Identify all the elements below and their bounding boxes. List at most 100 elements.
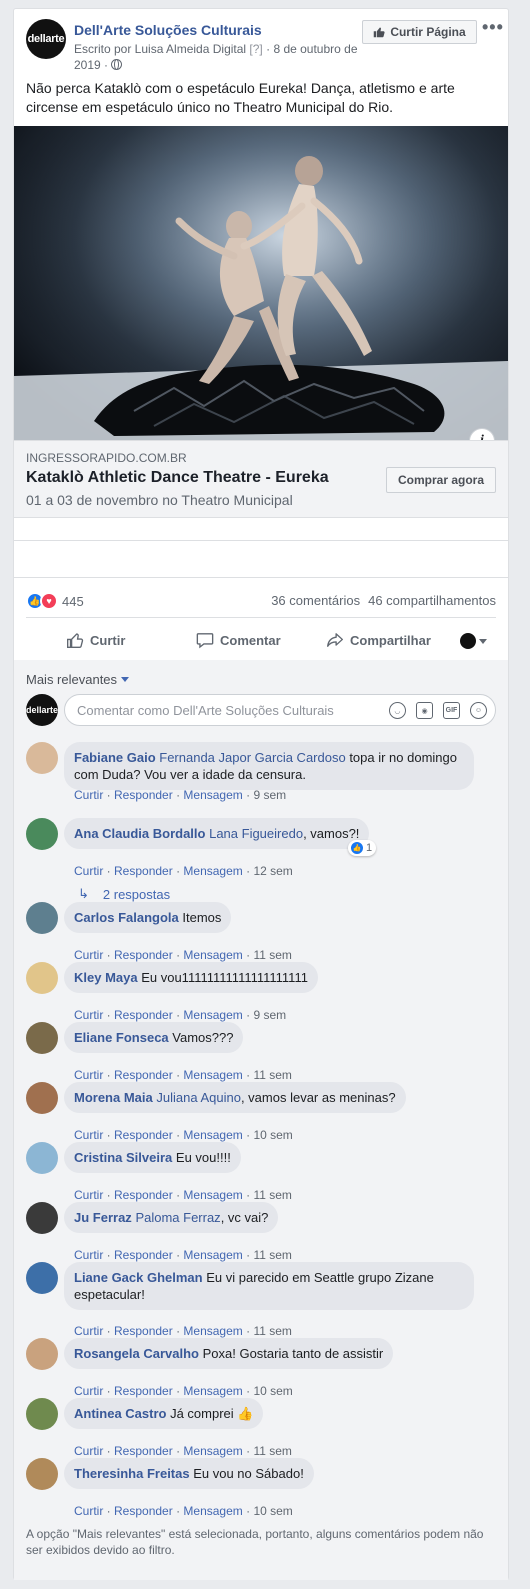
byline-help-link[interactable]: [?] bbox=[249, 42, 262, 56]
post-as-selector[interactable] bbox=[460, 633, 487, 649]
comment-timestamp[interactable]: 11 sem bbox=[253, 1188, 291, 1202]
comment-message-link[interactable]: Mensagem bbox=[183, 1188, 242, 1202]
comment-message-link[interactable]: Mensagem bbox=[183, 1504, 242, 1518]
commenter-avatar[interactable] bbox=[26, 1142, 58, 1174]
page-avatar[interactable]: dellarte bbox=[26, 19, 66, 59]
comment-timestamp[interactable]: 9 sem bbox=[253, 788, 286, 802]
comment-message-link[interactable]: Mensagem bbox=[183, 788, 242, 802]
commenter-avatar[interactable] bbox=[26, 962, 58, 994]
comment-message-link[interactable]: Mensagem bbox=[183, 1384, 242, 1398]
comment-author-link[interactable]: Cristina Silveira bbox=[74, 1150, 172, 1165]
commenter-avatar[interactable] bbox=[26, 1338, 58, 1370]
comment-like-link[interactable]: Curtir bbox=[74, 1444, 103, 1458]
like-button[interactable]: Curtir bbox=[66, 631, 125, 649]
comment-message-link[interactable]: Mensagem bbox=[183, 1068, 242, 1082]
comment-like-link[interactable]: Curtir bbox=[74, 864, 103, 878]
comment-message-link[interactable]: Mensagem bbox=[183, 1444, 242, 1458]
comment-author-link[interactable]: Ana Claudia Bordallo bbox=[74, 826, 205, 841]
comment-author-link[interactable]: Rosangela Carvalho bbox=[74, 1346, 199, 1361]
comment-author-link[interactable]: Fabiane Gaio bbox=[74, 750, 156, 765]
comment-timestamp[interactable]: 11 sem bbox=[253, 1444, 291, 1458]
comment-reaction-badge[interactable]: 👍 1 bbox=[348, 840, 377, 856]
commenter-avatar[interactable] bbox=[26, 1458, 58, 1490]
comment-author-link[interactable]: Carlos Falangola bbox=[74, 910, 179, 925]
comment-reply-link[interactable]: Responder bbox=[114, 1068, 173, 1082]
comment-message-link[interactable]: Mensagem bbox=[183, 948, 242, 962]
comment-like-link[interactable]: Curtir bbox=[74, 1504, 103, 1518]
comment-like-link[interactable]: Curtir bbox=[74, 1384, 103, 1398]
comments-count-link[interactable]: 36 comentários bbox=[271, 593, 360, 608]
commenter-avatar[interactable] bbox=[26, 1202, 58, 1234]
comment-timestamp[interactable]: 10 sem bbox=[253, 1384, 292, 1398]
comment-author-link[interactable]: Liane Gack Ghelman bbox=[74, 1270, 203, 1285]
camera-icon[interactable]: ◉ bbox=[416, 702, 433, 719]
comment-author-link[interactable]: Theresinha Freitas bbox=[74, 1466, 190, 1481]
comment-timestamp[interactable]: 11 sem bbox=[253, 1068, 291, 1082]
reaction-summary[interactable]: 👍 ♥ 445 bbox=[26, 591, 84, 611]
comment-like-link[interactable]: Curtir bbox=[74, 1008, 103, 1022]
comment-timestamp[interactable]: 10 sem bbox=[253, 1504, 292, 1518]
sticker-icon[interactable]: ☺ bbox=[470, 702, 487, 719]
commenter-avatar[interactable] bbox=[26, 1082, 58, 1114]
tagged-user-link[interactable]: Paloma Ferraz bbox=[135, 1210, 220, 1225]
comment-author-link[interactable]: Morena Maia bbox=[74, 1090, 153, 1105]
comment-author-link[interactable]: Ju Ferraz bbox=[74, 1210, 132, 1225]
post-image[interactable]: i bbox=[14, 126, 508, 440]
comment-reply-link[interactable]: Responder bbox=[114, 788, 173, 802]
comment-reply-link[interactable]: Responder bbox=[114, 1324, 173, 1338]
comment-like-link[interactable]: Curtir bbox=[74, 1188, 103, 1202]
comment-reply-link[interactable]: Responder bbox=[114, 1128, 173, 1142]
comment-like-link[interactable]: Curtir bbox=[74, 788, 103, 802]
comment-timestamp[interactable]: 11 sem bbox=[253, 1248, 291, 1262]
comment-sort-dropdown[interactable]: Mais relevantes bbox=[26, 672, 130, 687]
tagged-user-link[interactable]: Lana Figueiredo bbox=[209, 826, 303, 841]
comment-timestamp[interactable]: 9 sem bbox=[253, 1008, 286, 1022]
comment-reply-link[interactable]: Responder bbox=[114, 1248, 173, 1262]
comment-author-link[interactable]: Eliane Fonseca bbox=[74, 1030, 169, 1045]
love-reaction-icon: ♥ bbox=[40, 592, 58, 610]
like-page-button[interactable]: Curtir Página bbox=[362, 20, 477, 44]
commenter-avatar[interactable] bbox=[26, 818, 58, 850]
comment-reply-link[interactable]: Responder bbox=[114, 1444, 173, 1458]
comment-input[interactable]: Comentar como Dell'Arte Soluções Cultura… bbox=[64, 694, 496, 726]
comment-timestamp[interactable]: 12 sem bbox=[253, 864, 292, 878]
shares-count-link[interactable]: 46 compartilhamentos bbox=[368, 593, 496, 608]
comment-reply-link[interactable]: Responder bbox=[114, 948, 173, 962]
comment-message-link[interactable]: Mensagem bbox=[183, 1128, 242, 1142]
commenter-avatar[interactable] bbox=[26, 742, 58, 774]
commenter-avatar[interactable] bbox=[26, 1022, 58, 1054]
link-preview[interactable]: INGRESSORAPIDO.COM.BR Kataklò Athletic D… bbox=[14, 440, 508, 518]
comment-reply-link[interactable]: Responder bbox=[114, 1384, 173, 1398]
comment-message-link[interactable]: Mensagem bbox=[183, 864, 242, 878]
comment-timestamp[interactable]: 11 sem bbox=[253, 948, 291, 962]
comment-message-link[interactable]: Mensagem bbox=[183, 1324, 242, 1338]
comment-like-link[interactable]: Curtir bbox=[74, 1128, 103, 1142]
comment-reply-link[interactable]: Responder bbox=[114, 864, 173, 878]
more-options-icon[interactable]: ••• bbox=[482, 17, 504, 38]
view-replies-link[interactable]: ↳ 2 respostas bbox=[78, 886, 170, 902]
comment-message-link[interactable]: Mensagem bbox=[183, 1008, 242, 1022]
comment-like-link[interactable]: Curtir bbox=[74, 948, 103, 962]
comment-timestamp[interactable]: 10 sem bbox=[253, 1128, 292, 1142]
commenter-avatar[interactable] bbox=[26, 1398, 58, 1430]
commenter-avatar[interactable] bbox=[26, 1262, 58, 1294]
comment-timestamp[interactable]: 11 sem bbox=[253, 1324, 291, 1338]
comment-like-link[interactable]: Curtir bbox=[74, 1324, 103, 1338]
comment-reply-link[interactable]: Responder bbox=[114, 1008, 173, 1022]
comment-author-link[interactable]: Kley Maya bbox=[74, 970, 138, 985]
page-name-link[interactable]: Dell'Arte Soluções Culturais bbox=[74, 22, 262, 38]
tagged-user-link[interactable]: Juliana Aquino bbox=[156, 1090, 241, 1105]
emoji-icon[interactable]: ◡ bbox=[389, 702, 406, 719]
comment-reply-link[interactable]: Responder bbox=[114, 1188, 173, 1202]
share-button[interactable]: Compartilhar bbox=[326, 631, 431, 649]
comment-like-link[interactable]: Curtir bbox=[74, 1248, 103, 1262]
comment-message-link[interactable]: Mensagem bbox=[183, 1248, 242, 1262]
gif-icon[interactable]: GIF bbox=[443, 702, 460, 719]
commenter-avatar[interactable] bbox=[26, 902, 58, 934]
tagged-user-link[interactable]: Fernanda Japor Garcia Cardoso bbox=[159, 750, 345, 765]
comment-author-link[interactable]: Antinea Castro bbox=[74, 1406, 166, 1421]
comment-like-link[interactable]: Curtir bbox=[74, 1068, 103, 1082]
comment-reply-link[interactable]: Responder bbox=[114, 1504, 173, 1518]
comment-meta: Curtir · Responder · Mensagem · 10 sem bbox=[74, 1504, 293, 1518]
buy-now-button[interactable]: Comprar agora bbox=[386, 467, 496, 493]
